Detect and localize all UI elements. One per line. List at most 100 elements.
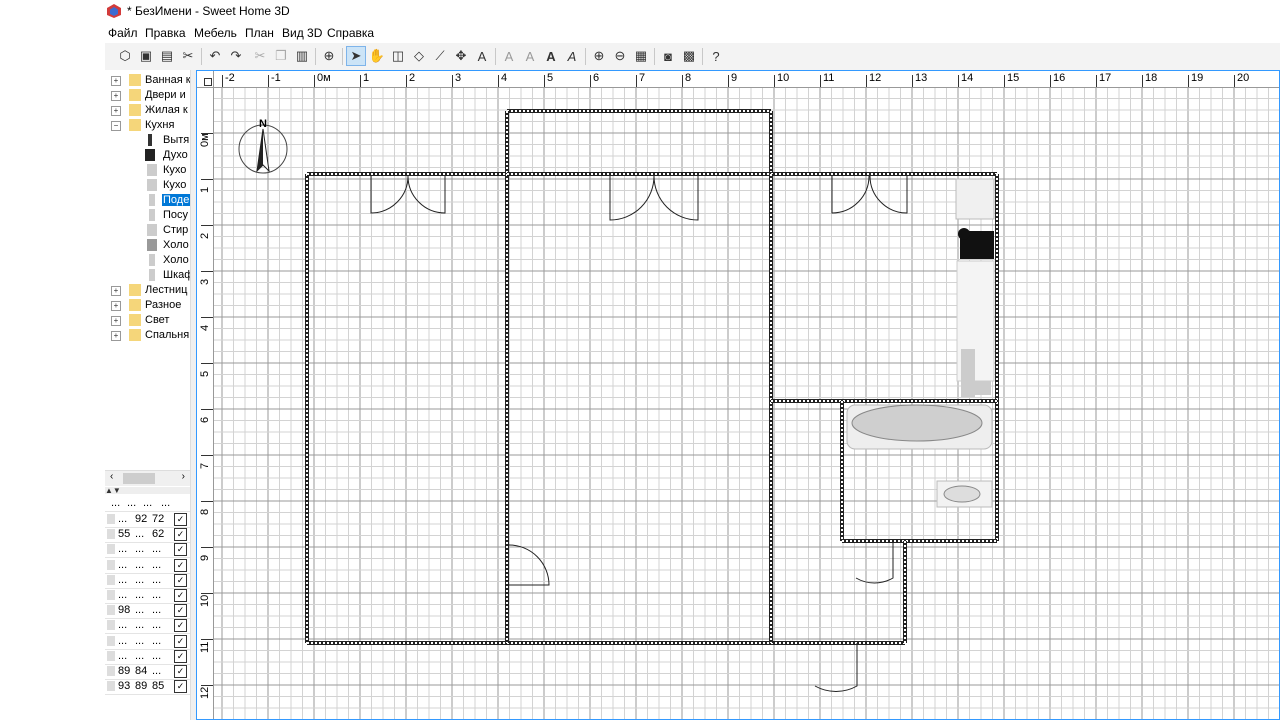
table-row[interactable]: ......... ✓ [105, 542, 190, 559]
text-style-icon[interactable]: A [499, 46, 519, 66]
visible-checkbox[interactable]: ✓ [174, 589, 187, 602]
window-title: * БезИмени - Sweet Home 3D [127, 4, 290, 18]
zoom-out-icon[interactable]: ⊖ [610, 46, 630, 66]
save-icon[interactable]: ▤ [157, 46, 177, 66]
dishwasher-icon [149, 209, 155, 221]
visible-checkbox[interactable]: ✓ [174, 528, 187, 542]
visible-checkbox[interactable]: ✓ [174, 604, 187, 618]
new-home-icon[interactable]: ⬡ [115, 46, 135, 66]
create-dimensions-icon[interactable]: ✥ [451, 46, 471, 66]
expand-icon[interactable]: + [111, 301, 121, 311]
ruler-tick [1050, 75, 1051, 87]
menu-furniture[interactable]: Мебель [194, 26, 237, 40]
table-row[interactable]: ......... ✓ [105, 634, 190, 650]
redo-icon[interactable]: ↷ [226, 46, 246, 66]
expand-icon[interactable]: + [111, 331, 121, 341]
vertical-ruler: 0м 1 2 3 4 5 6 7 8 9 10 11 12 [197, 71, 214, 719]
visible-checkbox[interactable]: ✓ [174, 619, 187, 633]
table-row[interactable]: 93 89 85 ✓ [105, 679, 190, 696]
select-mode-icon[interactable]: ➤ [346, 46, 366, 66]
table-cell: 93 [118, 680, 131, 693]
visible-checkbox[interactable]: ✓ [174, 665, 187, 678]
furniture-thumb-icon [107, 574, 115, 585]
create-photo-icon[interactable]: ▦ [631, 46, 651, 66]
open-icon[interactable]: ▣ [136, 46, 156, 66]
ruler-x-label: 4 [501, 72, 508, 84]
create-polylines-icon[interactable]: ⟋ [430, 46, 450, 66]
camera-icon[interactable]: ◙ [658, 46, 678, 66]
scroll-thumb[interactable] [123, 473, 155, 484]
menu-plan[interactable]: План [245, 26, 274, 40]
table-cell: 89 [135, 680, 148, 693]
ruler-x-label: 16 [1053, 72, 1066, 84]
visible-checkbox[interactable]: ✓ [174, 513, 187, 526]
visible-checkbox[interactable]: ✓ [174, 558, 187, 572]
help-icon[interactable]: ? [706, 46, 726, 66]
table-row[interactable]: ... 92 72 ✓ [105, 512, 190, 528]
undo-icon[interactable]: ↶ [205, 46, 225, 66]
furniture-thumb-icon [107, 650, 115, 661]
expand-icon[interactable]: + [111, 76, 121, 86]
menu-view3d[interactable]: Вид 3D [282, 26, 322, 40]
visible-checkbox[interactable]: ✓ [174, 634, 187, 648]
table-row[interactable]: ......... ✓ [105, 558, 190, 574]
cut-tools-icon[interactable]: ✂ [178, 46, 198, 66]
table-cell: ... [118, 619, 128, 632]
visible-checkbox[interactable]: ✓ [174, 573, 187, 587]
table-cell: ... [152, 543, 162, 556]
plan-view[interactable]: N -2 -1 0м 1 2 3 4 5 6 7 8 9 10 11 12 13 14 15 16 17 18 19 20 … [196, 70, 1280, 720]
table-row[interactable]: 89 84... ✓ [105, 664, 190, 680]
italic-text-icon[interactable]: A [562, 46, 582, 66]
ruler-tick [201, 409, 213, 410]
scroll-right-icon[interactable]: › [182, 471, 185, 482]
panel-splitter[interactable]: ▲▼ [105, 487, 190, 495]
table-row[interactable]: ......... ✓ [105, 649, 190, 665]
table-cell: ... [135, 604, 145, 617]
visible-checkbox[interactable]: ✓ [174, 680, 187, 694]
menu-file[interactable]: Файл [108, 26, 138, 40]
ruler-x-label: -1 [271, 72, 281, 84]
visible-checkbox[interactable]: ✓ [174, 649, 187, 663]
menu-help[interactable]: Справка [327, 26, 374, 40]
table-cell: ... [152, 604, 162, 617]
table-row[interactable]: 55... 62 ✓ [105, 527, 190, 544]
pan-mode-icon[interactable]: ✋ [367, 46, 387, 66]
hood-icon [148, 134, 152, 146]
menu-edit[interactable]: Правка [145, 26, 186, 40]
add-furniture-icon[interactable]: ⊕ [319, 46, 339, 66]
add-text-icon[interactable]: A [472, 46, 492, 66]
paste-icon[interactable]: ▥ [292, 46, 312, 66]
ruler-tick [498, 75, 499, 87]
visible-checkbox[interactable]: ✓ [174, 543, 187, 557]
expand-icon[interactable]: + [111, 286, 121, 296]
plan-canvas[interactable]: N [197, 71, 1280, 720]
folder-icon [129, 104, 141, 116]
bold-text-icon[interactable]: A [541, 46, 561, 66]
copy-icon[interactable]: ❐ [271, 46, 291, 66]
create-walls-icon[interactable]: ◫ [388, 46, 408, 66]
collapse-icon[interactable]: − [111, 121, 121, 131]
video-icon[interactable]: ▩ [679, 46, 699, 66]
ruler-tick [360, 75, 361, 87]
fridge-icon [147, 239, 157, 251]
cut-icon[interactable]: ✂ [250, 46, 270, 66]
catalog-horizontal-scrollbar[interactable]: ‹ › [105, 470, 190, 486]
text-size-icon[interactable]: A [520, 46, 540, 66]
expand-icon[interactable]: + [111, 91, 121, 101]
table-row[interactable]: ......... ✓ [105, 588, 190, 604]
table-cell: 89 [118, 665, 131, 677]
ruler-tick [866, 75, 867, 87]
table-row[interactable]: 98...... ✓ [105, 603, 190, 620]
ruler-y-label: 3 [199, 278, 211, 285]
ruler-tick [314, 75, 315, 87]
create-rooms-icon[interactable]: ◇ [409, 46, 429, 66]
expand-icon[interactable]: + [111, 106, 121, 116]
scroll-left-icon[interactable]: ‹ [110, 471, 113, 482]
ruler-y-label: 0м [199, 133, 211, 147]
table-row[interactable]: ......... ✓ [105, 618, 190, 635]
table-cell: 62 [152, 528, 165, 541]
table-cell: ... [152, 558, 162, 571]
expand-icon[interactable]: + [111, 316, 121, 326]
zoom-in-icon[interactable]: ⊕ [589, 46, 609, 66]
table-row[interactable]: ......... ✓ [105, 573, 190, 589]
